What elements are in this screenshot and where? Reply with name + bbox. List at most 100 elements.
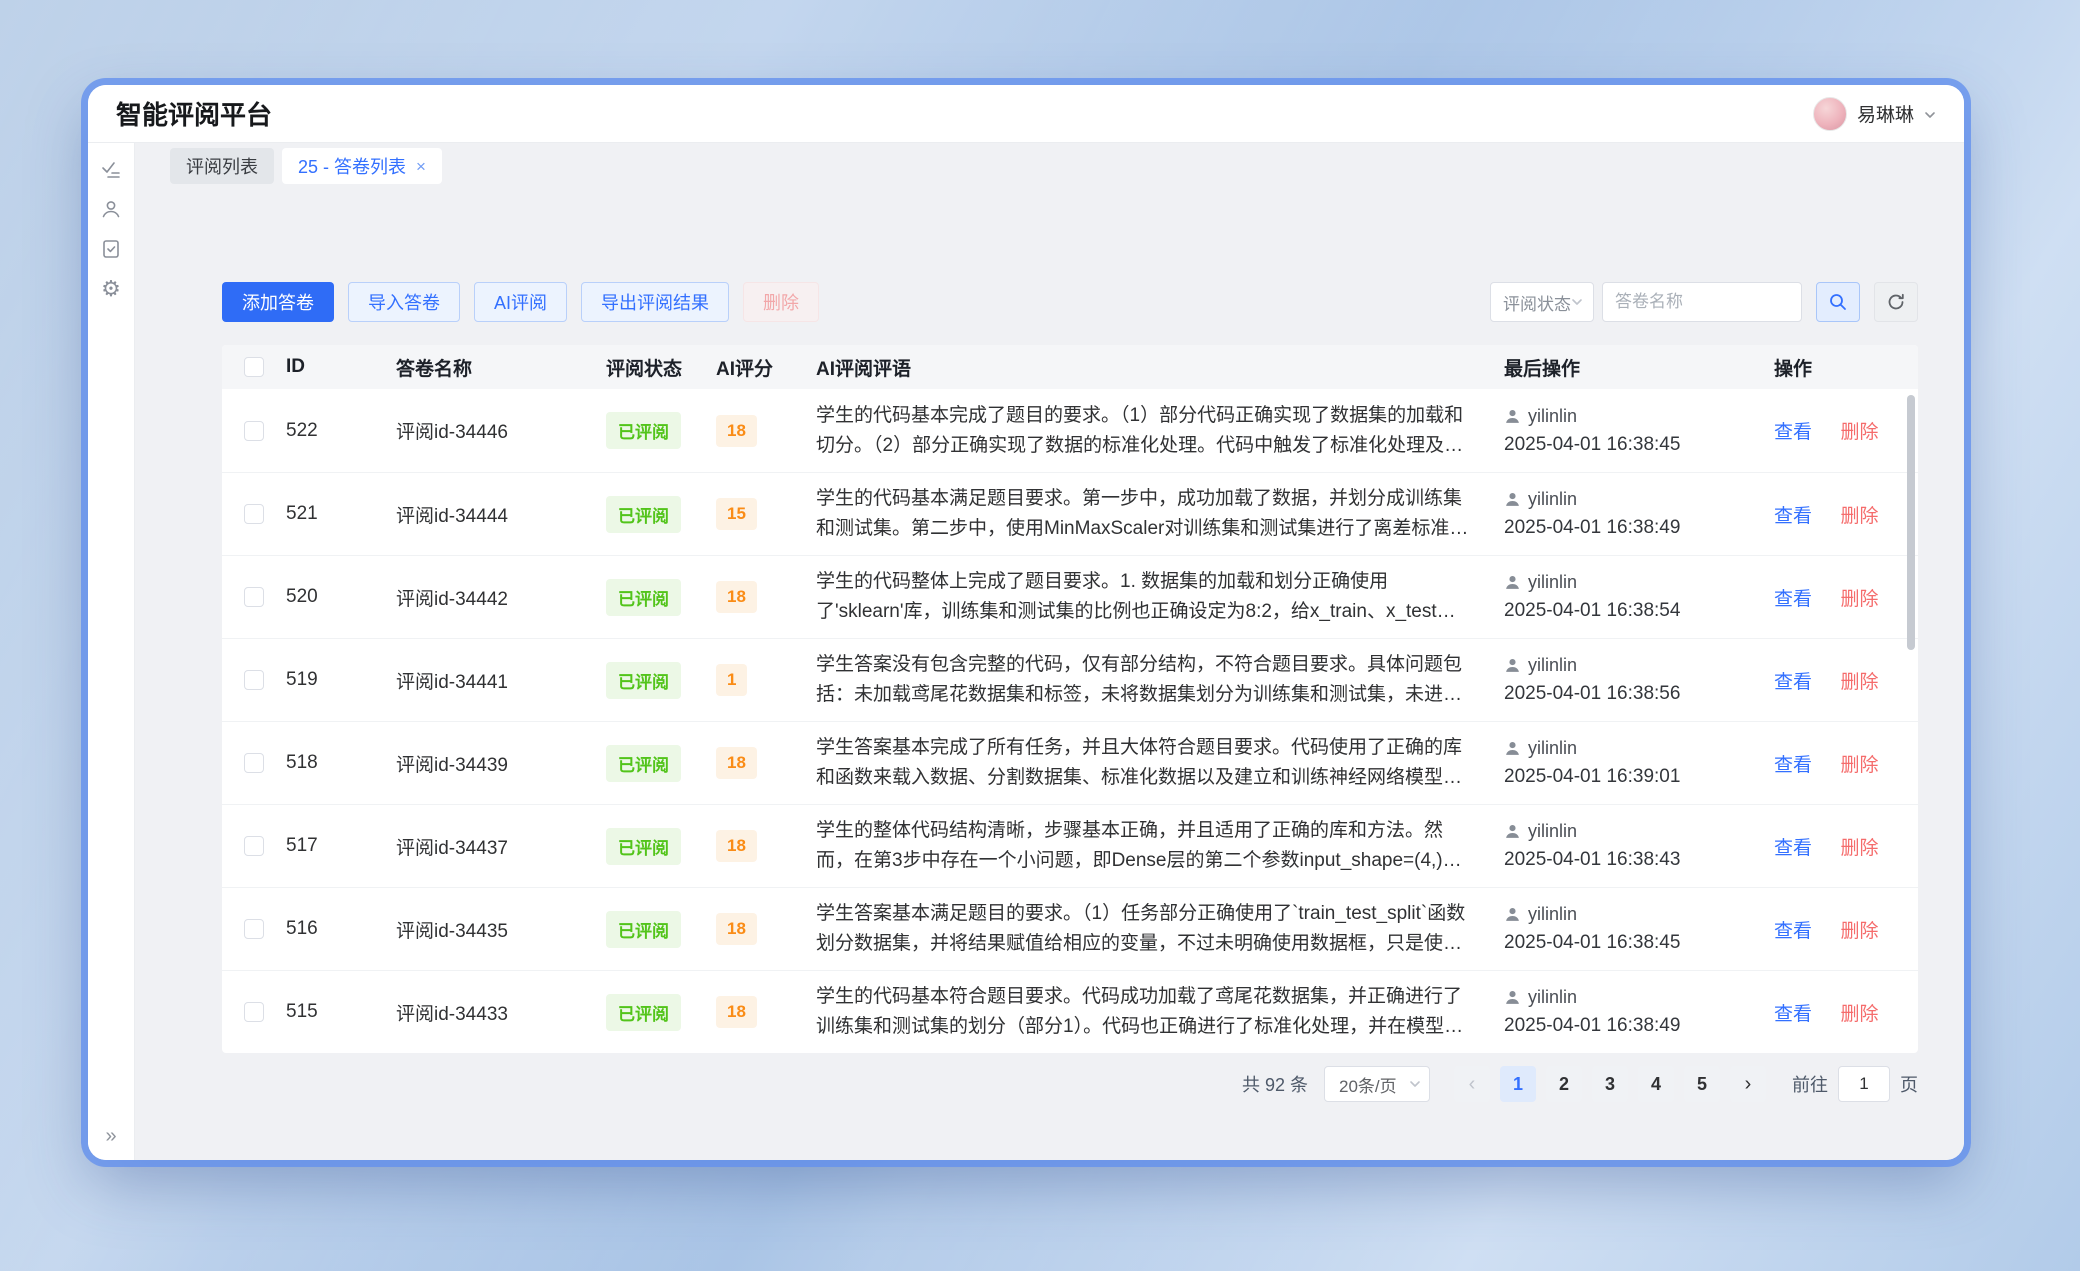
delete-button[interactable]: 删除 [743,282,819,322]
main-content: 评阅列表 25 - 答卷列表 × 添加答卷 导入答卷 AI评阅 导出评阅结果 删… [135,143,1964,1160]
view-link[interactable]: 查看 [1774,506,1812,527]
ai-review-button[interactable]: AI评阅 [474,282,567,322]
settings-gear-icon[interactable]: ⚙ [99,277,123,301]
view-link[interactable]: 查看 [1774,838,1812,859]
pagination: 共 92 条 20条/页 ‹ 12345 › 前往 页 [1242,1066,1918,1102]
chevron-down-icon [1409,1078,1421,1090]
view-link[interactable]: 查看 [1774,589,1812,610]
row-timestamp: 2025-04-01 16:38:54 [1504,600,1770,622]
row-operator: yilinlin [1528,987,1577,1008]
import-answer-button[interactable]: 导入答卷 [348,282,460,322]
row-id: 522 [282,420,392,442]
person-icon [1504,823,1521,840]
row-answer-name: 评阅id-34439 [392,750,602,777]
sidebar-expand-button[interactable]: » [88,1125,134,1148]
status-badge: 已评阅 [606,579,681,616]
status-badge: 已评阅 [606,496,681,533]
column-header-name: 答卷名称 [392,354,602,381]
answer-name-input[interactable] [1602,282,1802,322]
delete-link[interactable]: 删除 [1840,589,1878,610]
row-checkbox[interactable] [244,1002,264,1022]
delete-link[interactable]: 删除 [1840,921,1878,942]
row-checkbox[interactable] [244,504,264,524]
goto-suffix: 页 [1900,1071,1918,1097]
user-icon[interactable] [99,197,123,221]
column-header-id: ID [282,356,392,378]
page-button[interactable]: 2 [1546,1066,1582,1102]
delete-link[interactable]: 删除 [1840,755,1878,776]
user-menu[interactable]: 易琳琳 [1813,97,1936,131]
delete-link[interactable]: 删除 [1840,506,1878,527]
page-button[interactable]: 3 [1592,1066,1628,1102]
page-size-select[interactable]: 20条/页 [1324,1066,1430,1102]
row-id: 518 [282,752,392,774]
goto-label: 前往 [1792,1071,1828,1097]
row-ai-comment: 学生答案基本满足题目的要求。（1）任务部分正确使用了`train_test_sp… [812,899,1500,959]
row-id: 519 [282,669,392,691]
row-checkbox[interactable] [244,919,264,939]
row-ai-comment: 学生的代码基本满足题目要求。第一步中，成功加载了数据，并划分成训练集和测试集。第… [812,484,1500,544]
goto-page-input[interactable] [1838,1066,1890,1102]
delete-link[interactable]: 删除 [1840,838,1878,859]
row-answer-name: 评阅id-34446 [392,417,602,444]
tab-answer-sheet-list[interactable]: 25 - 答卷列表 × [282,148,442,184]
view-link[interactable]: 查看 [1774,672,1812,693]
app-window: 智能评阅平台 易琳琳 ⚙ » 评阅列表 [88,85,1964,1160]
row-checkbox[interactable] [244,587,264,607]
avatar [1813,97,1847,131]
search-icon [1828,292,1848,312]
row-ai-comment: 学生答案没有包含完整的代码，仅有部分结构，不符合题目要求。具体问题包括：未加载鸢… [812,650,1500,710]
refresh-button[interactable] [1874,282,1918,322]
row-checkbox[interactable] [244,753,264,773]
row-ai-comment: 学生答案基本完成了所有任务，并且大体符合题目要求。代码使用了正确的库和函数来载入… [812,733,1500,793]
row-timestamp: 2025-04-01 16:38:49 [1504,1015,1770,1037]
page-button[interactable]: 5 [1684,1066,1720,1102]
view-link[interactable]: 查看 [1774,422,1812,443]
close-icon[interactable]: × [416,158,426,175]
next-page-button[interactable]: › [1730,1066,1766,1102]
row-ai-comment: 学生的代码整体上完成了题目要求。1. 数据集的加载和划分正确使用了'sklear… [812,567,1500,627]
view-link[interactable]: 查看 [1774,755,1812,776]
page-button[interactable]: 1 [1500,1066,1536,1102]
row-answer-name: 评阅id-34442 [392,584,602,611]
row-checkbox[interactable] [244,421,264,441]
row-id: 515 [282,1001,392,1023]
tab-review-list[interactable]: 评阅列表 [170,148,274,184]
status-badge: 已评阅 [606,994,681,1031]
row-operator: yilinlin [1528,489,1577,510]
row-operator: yilinlin [1528,821,1577,842]
score-badge: 1 [716,664,747,696]
view-link[interactable]: 查看 [1774,1004,1812,1025]
search-button[interactable] [1816,282,1860,322]
status-badge: 已评阅 [606,911,681,948]
view-link[interactable]: 查看 [1774,921,1812,942]
column-header-actions: 操作 [1770,354,1918,381]
row-checkbox[interactable] [244,670,264,690]
score-badge: 18 [716,996,757,1028]
table-row: 515 评阅id-34433 已评阅 18 学生的代码基本符合题目要求。代码成功… [222,970,1918,1053]
table-scrollbar[interactable] [1907,395,1915,650]
row-operator: yilinlin [1528,655,1577,676]
row-operator: yilinlin [1528,406,1577,427]
delete-link[interactable]: 删除 [1840,1004,1878,1025]
page-button[interactable]: 4 [1638,1066,1674,1102]
row-operator: yilinlin [1528,738,1577,759]
person-icon [1504,491,1521,508]
review-list-icon[interactable] [99,157,123,181]
table-row: 519 评阅id-34441 已评阅 1 学生答案没有包含完整的代码，仅有部分结… [222,638,1918,721]
row-checkbox[interactable] [244,836,264,856]
select-all-checkbox[interactable] [244,357,264,377]
score-badge: 18 [716,747,757,779]
table-body: 522 评阅id-34446 已评阅 18 学生的代码基本完成了题目的要求。（1… [222,389,1918,1053]
row-answer-name: 评阅id-34435 [392,916,602,943]
score-badge: 15 [716,498,757,530]
delete-link[interactable]: 删除 [1840,422,1878,443]
add-answer-button[interactable]: 添加答卷 [222,282,334,322]
review-status-select[interactable]: 评阅状态 [1490,282,1594,322]
person-icon [1504,740,1521,757]
column-header-last-op: 最后操作 [1500,354,1770,381]
prev-page-button[interactable]: ‹ [1454,1066,1490,1102]
document-check-icon[interactable] [99,237,123,261]
export-results-button[interactable]: 导出评阅结果 [581,282,729,322]
delete-link[interactable]: 删除 [1840,672,1878,693]
